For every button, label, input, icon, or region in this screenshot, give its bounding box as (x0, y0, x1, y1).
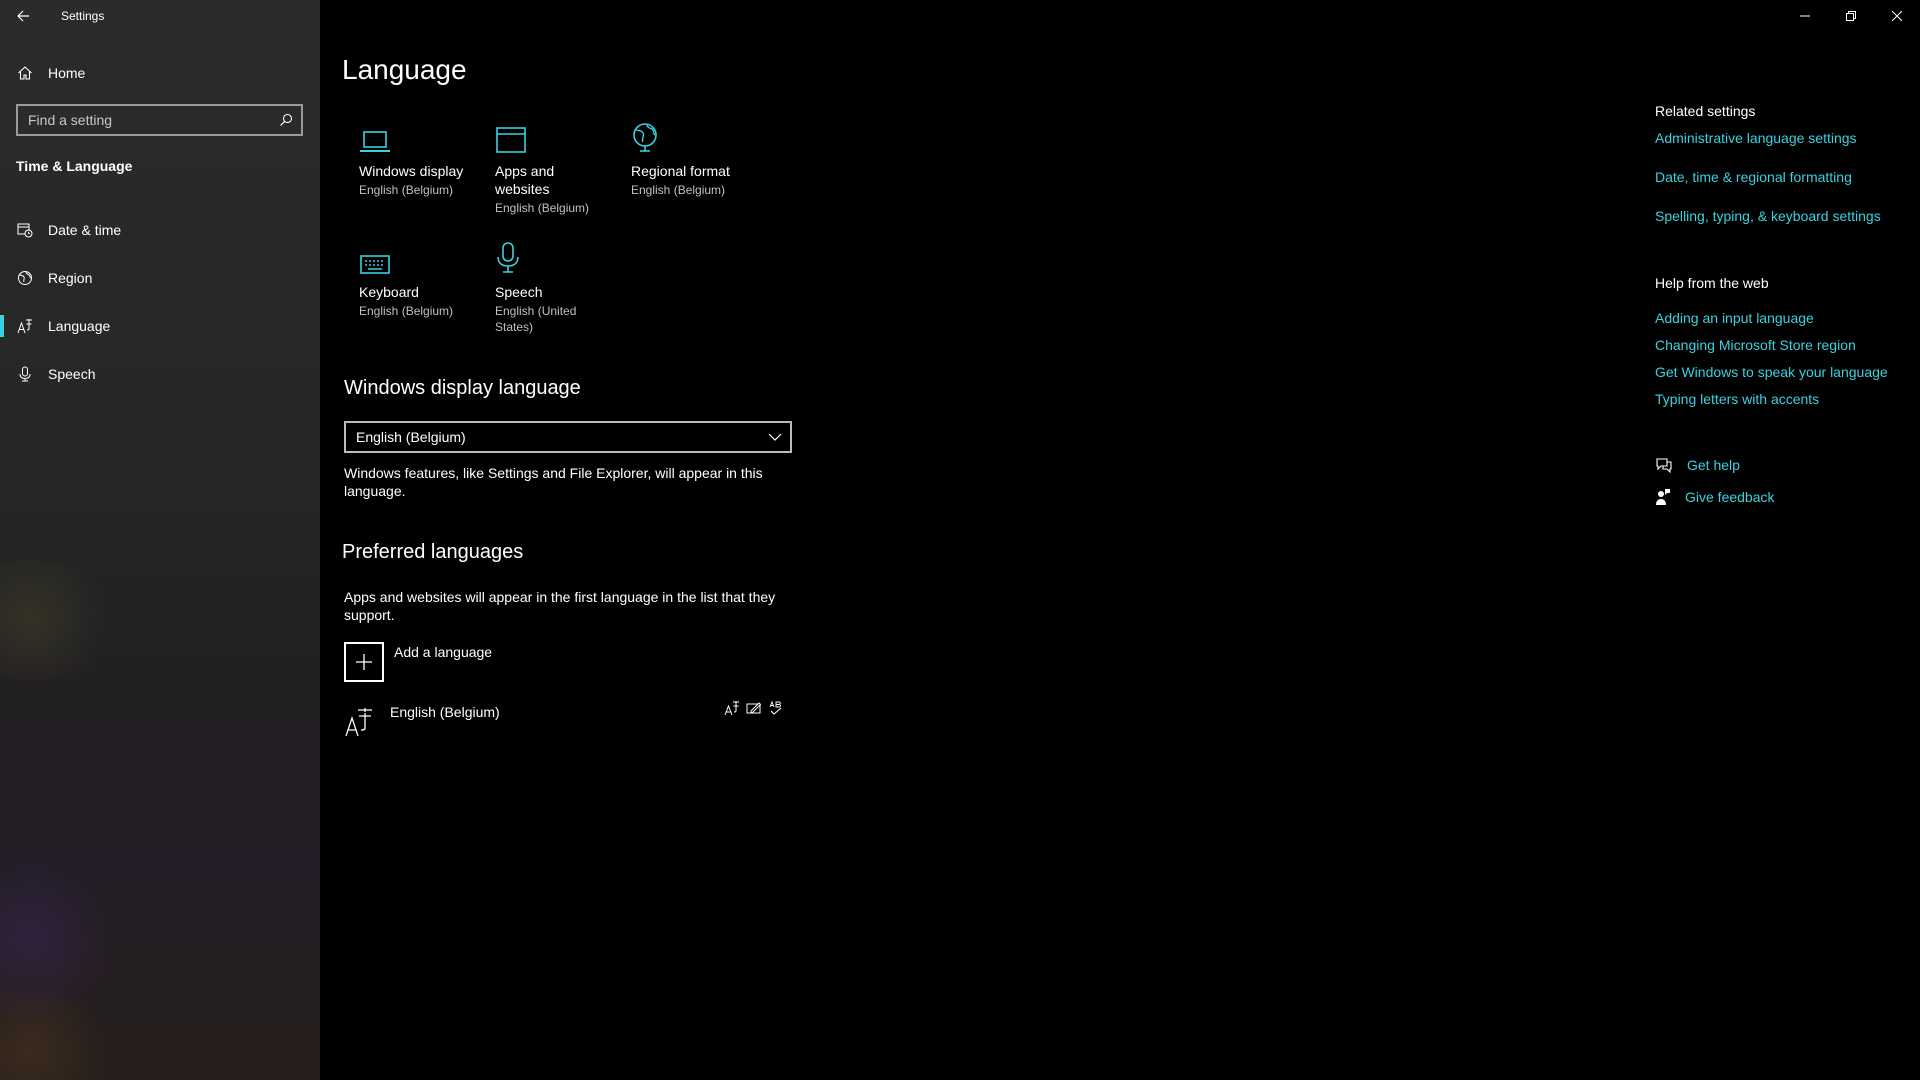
close-icon (1892, 11, 1902, 21)
minimize-button[interactable] (1782, 0, 1828, 32)
window-controls (1782, 0, 1920, 32)
search-input[interactable] (28, 112, 268, 128)
settings-window: Settings Home Time & Language (0, 0, 1920, 1080)
tile-apps-and-websites[interactable]: Apps and websites English (Belgium) (495, 120, 605, 216)
search-box[interactable] (16, 104, 303, 136)
add-language-button[interactable]: Add a language (344, 642, 492, 682)
sidebar-item-region[interactable]: Region (0, 254, 320, 302)
nav-list: Date & time Region Language Speech (0, 206, 320, 398)
language-icon (17, 318, 33, 334)
microphone-icon (495, 241, 595, 275)
tile-keyboard[interactable]: Keyboard English (Belgium) (359, 241, 484, 319)
home-icon (17, 65, 33, 81)
link-typing-letters-accents[interactable]: Typing letters with accents (1655, 391, 1819, 407)
tile-subtitle: English (Belgium) (631, 183, 726, 197)
tile-name: Speech (495, 284, 543, 300)
dropdown-selected: English (Belgium) (356, 429, 466, 445)
restore-button[interactable] (1828, 0, 1874, 32)
tile-subtitle: English (Belgium) (495, 201, 590, 215)
acrylic-glow (0, 990, 120, 1080)
link-spelling-typing-keyboard-settings[interactable]: Spelling, typing, & keyboard settings (1655, 208, 1881, 224)
sidebar: Settings Home Time & Language (0, 0, 320, 1080)
nav-home[interactable]: Home (0, 56, 320, 90)
globe-icon (17, 270, 33, 286)
display-language-dropdown[interactable]: English (Belgium) (344, 421, 792, 453)
sidebar-item-label: Speech (48, 366, 96, 382)
chat-help-icon (1656, 458, 1672, 473)
main-content: Language Windows display English (Belgiu… (320, 0, 1920, 1080)
sidebar-item-speech[interactable]: Speech (0, 350, 320, 398)
tile-name: Keyboard (359, 284, 419, 300)
tile-subtitle: English (Belgium) (359, 304, 454, 318)
app-title: Settings (61, 9, 105, 23)
calendar-clock-icon (17, 222, 33, 238)
display-language-icon (724, 701, 739, 716)
preferred-languages-heading: Preferred languages (342, 541, 524, 563)
restore-icon (1846, 11, 1856, 21)
preferred-languages-description: Apps and websites will appear in the fir… (344, 589, 776, 623)
link-administrative-language-settings[interactable]: Administrative language settings (1655, 130, 1857, 146)
link-adding-input-language[interactable]: Adding an input language (1655, 310, 1814, 326)
display-language-heading: Windows display language (344, 377, 581, 399)
feedback-person-icon (1656, 489, 1670, 505)
minimize-icon (1800, 15, 1810, 17)
link-speak-your-language[interactable]: Get Windows to speak your language (1655, 364, 1888, 380)
back-arrow-icon (17, 10, 29, 22)
link-date-time-regional-formatting[interactable]: Date, time & regional formatting (1655, 169, 1852, 185)
sidebar-item-label: Region (48, 270, 93, 286)
language-capabilities (724, 700, 784, 716)
tile-name: Windows display (359, 163, 464, 179)
regional-globe-icon (631, 120, 756, 154)
chevron-down-icon (768, 433, 782, 441)
keyboard-icon (359, 241, 484, 275)
browser-window-icon (495, 120, 605, 154)
related-settings-title: Related settings (1655, 103, 1756, 119)
section-title: Time & Language (16, 158, 133, 174)
tile-windows-display[interactable]: Windows display English (Belgium) (359, 120, 484, 198)
tile-regional-format[interactable]: Regional format English (Belgium) (631, 120, 756, 198)
tile-name: Apps and websites (495, 163, 555, 197)
help-from-web-title: Help from the web (1655, 275, 1769, 291)
handwriting-icon (746, 702, 762, 714)
get-help-label: Get help (1687, 457, 1740, 473)
tile-subtitle: English (United States) (495, 304, 577, 334)
page-title: Language (342, 54, 467, 85)
tile-subtitle: English (Belgium) (359, 183, 454, 197)
sidebar-item-date-time[interactable]: Date & time (0, 206, 320, 254)
language-list-item[interactable]: English (Belgium) (344, 700, 792, 744)
microphone-icon (17, 366, 33, 382)
back-button[interactable] (0, 0, 46, 32)
language-icon (344, 706, 376, 743)
laptop-icon (359, 120, 484, 154)
spellcheck-icon (769, 700, 782, 715)
nav-home-label: Home (48, 65, 86, 81)
link-changing-store-region[interactable]: Changing Microsoft Store region (1655, 337, 1856, 353)
search-icon[interactable] (279, 113, 293, 127)
sidebar-item-language[interactable]: Language (0, 302, 320, 350)
sidebar-item-label: Date & time (48, 222, 122, 238)
sidebar-item-label: Language (48, 318, 111, 334)
display-language-description: Windows features, like Settings and File… (344, 465, 763, 499)
get-help-link[interactable]: Get help (1655, 457, 1740, 473)
title-bar: Settings (0, 0, 320, 32)
tile-speech[interactable]: Speech English (United States) (495, 241, 595, 335)
give-feedback-link[interactable]: Give feedback (1655, 488, 1775, 506)
tile-name: Regional format (631, 163, 730, 179)
close-button[interactable] (1874, 0, 1920, 32)
plus-icon (344, 642, 384, 682)
add-language-label: Add a language (394, 644, 493, 660)
acrylic-glow (0, 560, 120, 680)
give-feedback-label: Give feedback (1685, 489, 1775, 505)
language-name: English (Belgium) (390, 704, 500, 720)
